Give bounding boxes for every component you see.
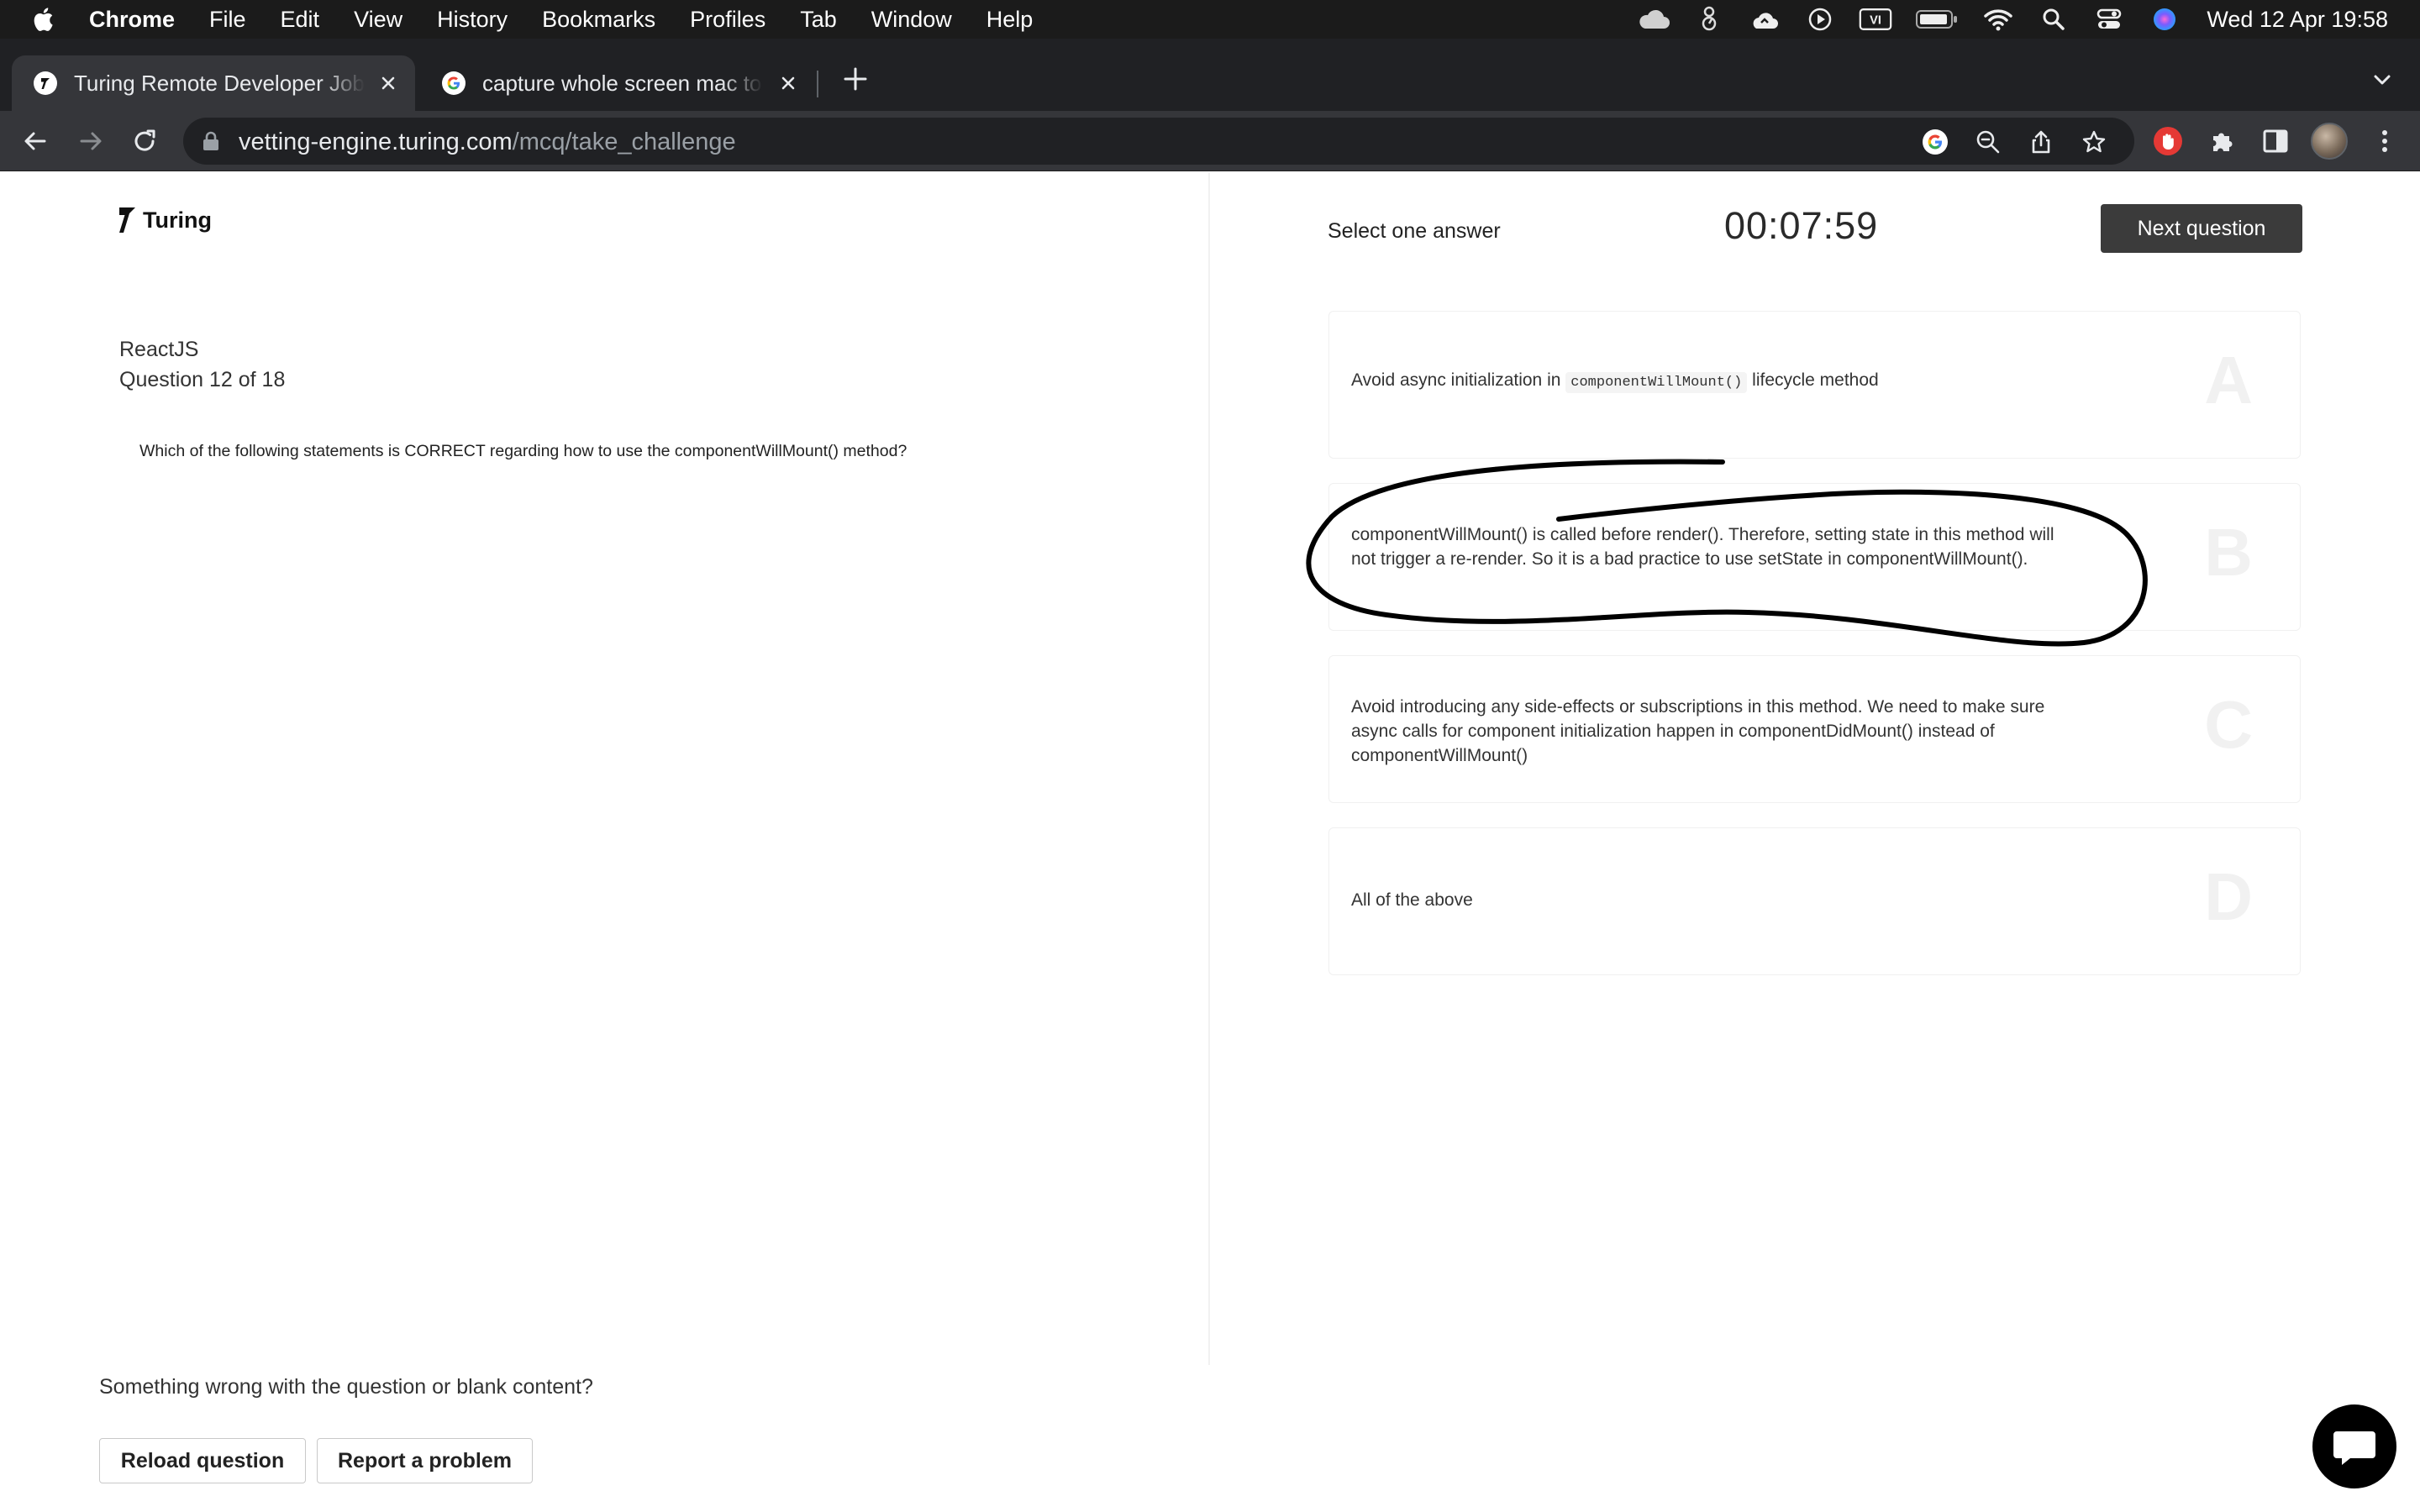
play-circle-icon[interactable] [1803, 5, 1837, 34]
chat-bubble-icon [2333, 1431, 2375, 1465]
option-letter: B [2204, 515, 2253, 590]
vi-input-label: VI [1870, 13, 1881, 27]
forward-button[interactable] [76, 126, 106, 156]
answer-option-d[interactable]: All of the above D [1328, 827, 2301, 975]
menu-edit[interactable]: Edit [281, 7, 320, 33]
menu-app-name[interactable]: Chrome [89, 7, 175, 33]
tab-capture-screen[interactable]: capture whole screen mac to file [420, 55, 815, 111]
report-problem-button[interactable]: Report a problem [317, 1438, 533, 1483]
question-counter: Question 12 of 18 [119, 368, 286, 391]
countdown-timer: 00:07:59 [1724, 204, 1879, 247]
tab-search-chevron-icon[interactable] [2370, 67, 2395, 92]
answer-option-b[interactable]: componentWillMount() is called before re… [1328, 483, 2301, 631]
menu-file[interactable]: File [209, 7, 246, 33]
share-icon[interactable] [2028, 129, 2054, 155]
reload-button[interactable] [129, 126, 160, 156]
option-text: Avoid async initialization in componentW… [1351, 368, 2057, 395]
arrow-right-icon [80, 132, 102, 150]
google-favicon-icon [442, 71, 466, 95]
wifi-icon[interactable] [1981, 5, 2015, 34]
menu-tab[interactable]: Tab [800, 7, 837, 33]
tab-turing-jobs[interactable]: Turing Remote Developer Jobs [12, 55, 415, 111]
menubar-clock[interactable]: Wed 12 Apr 19:58 [2207, 7, 2388, 33]
tab-separator [817, 71, 818, 97]
question-subject: ReactJS [119, 338, 199, 361]
option-text-after: lifecycle method [1747, 370, 1879, 390]
turing-favicon-icon [34, 71, 57, 95]
brand-name: Turing [143, 207, 212, 233]
option-letter: D [2204, 859, 2253, 934]
back-button[interactable] [20, 126, 50, 156]
menu-status-area: VI Wed 12 Apr 19:58 [1615, 0, 2388, 39]
cloud-sync-icon[interactable] [1748, 5, 1781, 34]
option-text: componentWillMount() is called before re… [1351, 525, 2054, 569]
inline-code: componentWillMount() [1565, 372, 1748, 393]
close-tab-icon[interactable] [376, 71, 400, 95]
control-center-icon[interactable] [2092, 5, 2126, 34]
option-text: Avoid introducing any side-effects or su… [1351, 697, 2045, 765]
menu-bookmarks[interactable]: Bookmarks [542, 7, 655, 33]
option-text-before: Avoid async initialization in [1351, 370, 1566, 390]
turing-logo[interactable]: Turing [118, 206, 212, 234]
report-prompt: Something wrong with the question or bla… [99, 1375, 593, 1399]
macos-menu-bar: Chrome File Edit View History Bookmarks … [0, 0, 2420, 39]
tab-title: capture whole screen mac to file [482, 70, 763, 96]
cloud-icon[interactable] [1637, 5, 1670, 34]
new-tab-plus-icon[interactable] [840, 64, 871, 94]
page-content: Turing ReactJS Question 12 of 18 Which o… [0, 172, 2420, 1512]
arrow-left-icon [24, 132, 46, 150]
tab-title: Turing Remote Developer Jobs [74, 70, 365, 96]
apple-logo-icon[interactable] [30, 5, 59, 34]
gauge-icon[interactable] [1692, 5, 1726, 34]
vi-input-icon[interactable]: VI [1859, 5, 1892, 34]
menu-window[interactable]: Window [871, 7, 952, 33]
menu-profiles[interactable]: Profiles [690, 7, 765, 33]
menu-help[interactable]: Help [986, 7, 1034, 33]
chat-widget-button[interactable] [2312, 1404, 2396, 1488]
battery-icon[interactable] [1914, 5, 1960, 34]
close-tab-icon[interactable] [776, 71, 800, 95]
side-panel-icon[interactable] [2260, 126, 2291, 156]
menu-history[interactable]: History [437, 7, 508, 33]
more-options-icon[interactable] [2370, 126, 2400, 156]
siri-icon[interactable] [2148, 5, 2181, 34]
browser-tab-strip: Turing Remote Developer Jobs capture who… [0, 39, 2420, 111]
spotlight-search-icon[interactable] [2037, 5, 2070, 34]
next-question-button[interactable]: Next question [2101, 204, 2302, 253]
reload-question-button[interactable]: Reload question [99, 1438, 306, 1483]
lock-icon[interactable] [202, 131, 220, 151]
google-lens-icon[interactable] [1923, 129, 1948, 155]
answer-option-a[interactable]: Avoid async initialization in componentW… [1328, 311, 2301, 459]
zoom-out-icon[interactable] [1975, 129, 2001, 155]
menu-view[interactable]: View [354, 7, 402, 33]
extensions-puzzle-icon[interactable] [2207, 126, 2237, 156]
browser-toolbar: vetting-engine.turing.com/mcq/take_chall… [0, 111, 2420, 171]
option-letter: A [2204, 343, 2253, 417]
url-path: /mcq/take_challenge [512, 129, 736, 155]
answer-option-c[interactable]: Avoid introducing any side-effects or su… [1328, 655, 2301, 803]
reload-icon [134, 129, 155, 151]
profile-avatar[interactable] [2311, 123, 2348, 160]
question-text: Which of the following statements is COR… [139, 442, 908, 460]
option-letter: C [2204, 687, 2253, 762]
option-text: All of the above [1351, 890, 1473, 910]
bookmark-star-icon[interactable] [2081, 129, 2107, 155]
url-host: vetting-engine.turing.com [239, 129, 513, 155]
answer-instruction: Select one answer [1328, 219, 1501, 243]
address-bar[interactable]: vetting-engine.turing.com/mcq/take_chall… [183, 118, 2134, 165]
url-text[interactable]: vetting-engine.turing.com/mcq/take_chall… [239, 129, 736, 156]
column-divider [1208, 172, 1210, 1365]
extension-stop-hand-icon[interactable] [2153, 126, 2183, 156]
turing-logo-icon [119, 207, 135, 233]
